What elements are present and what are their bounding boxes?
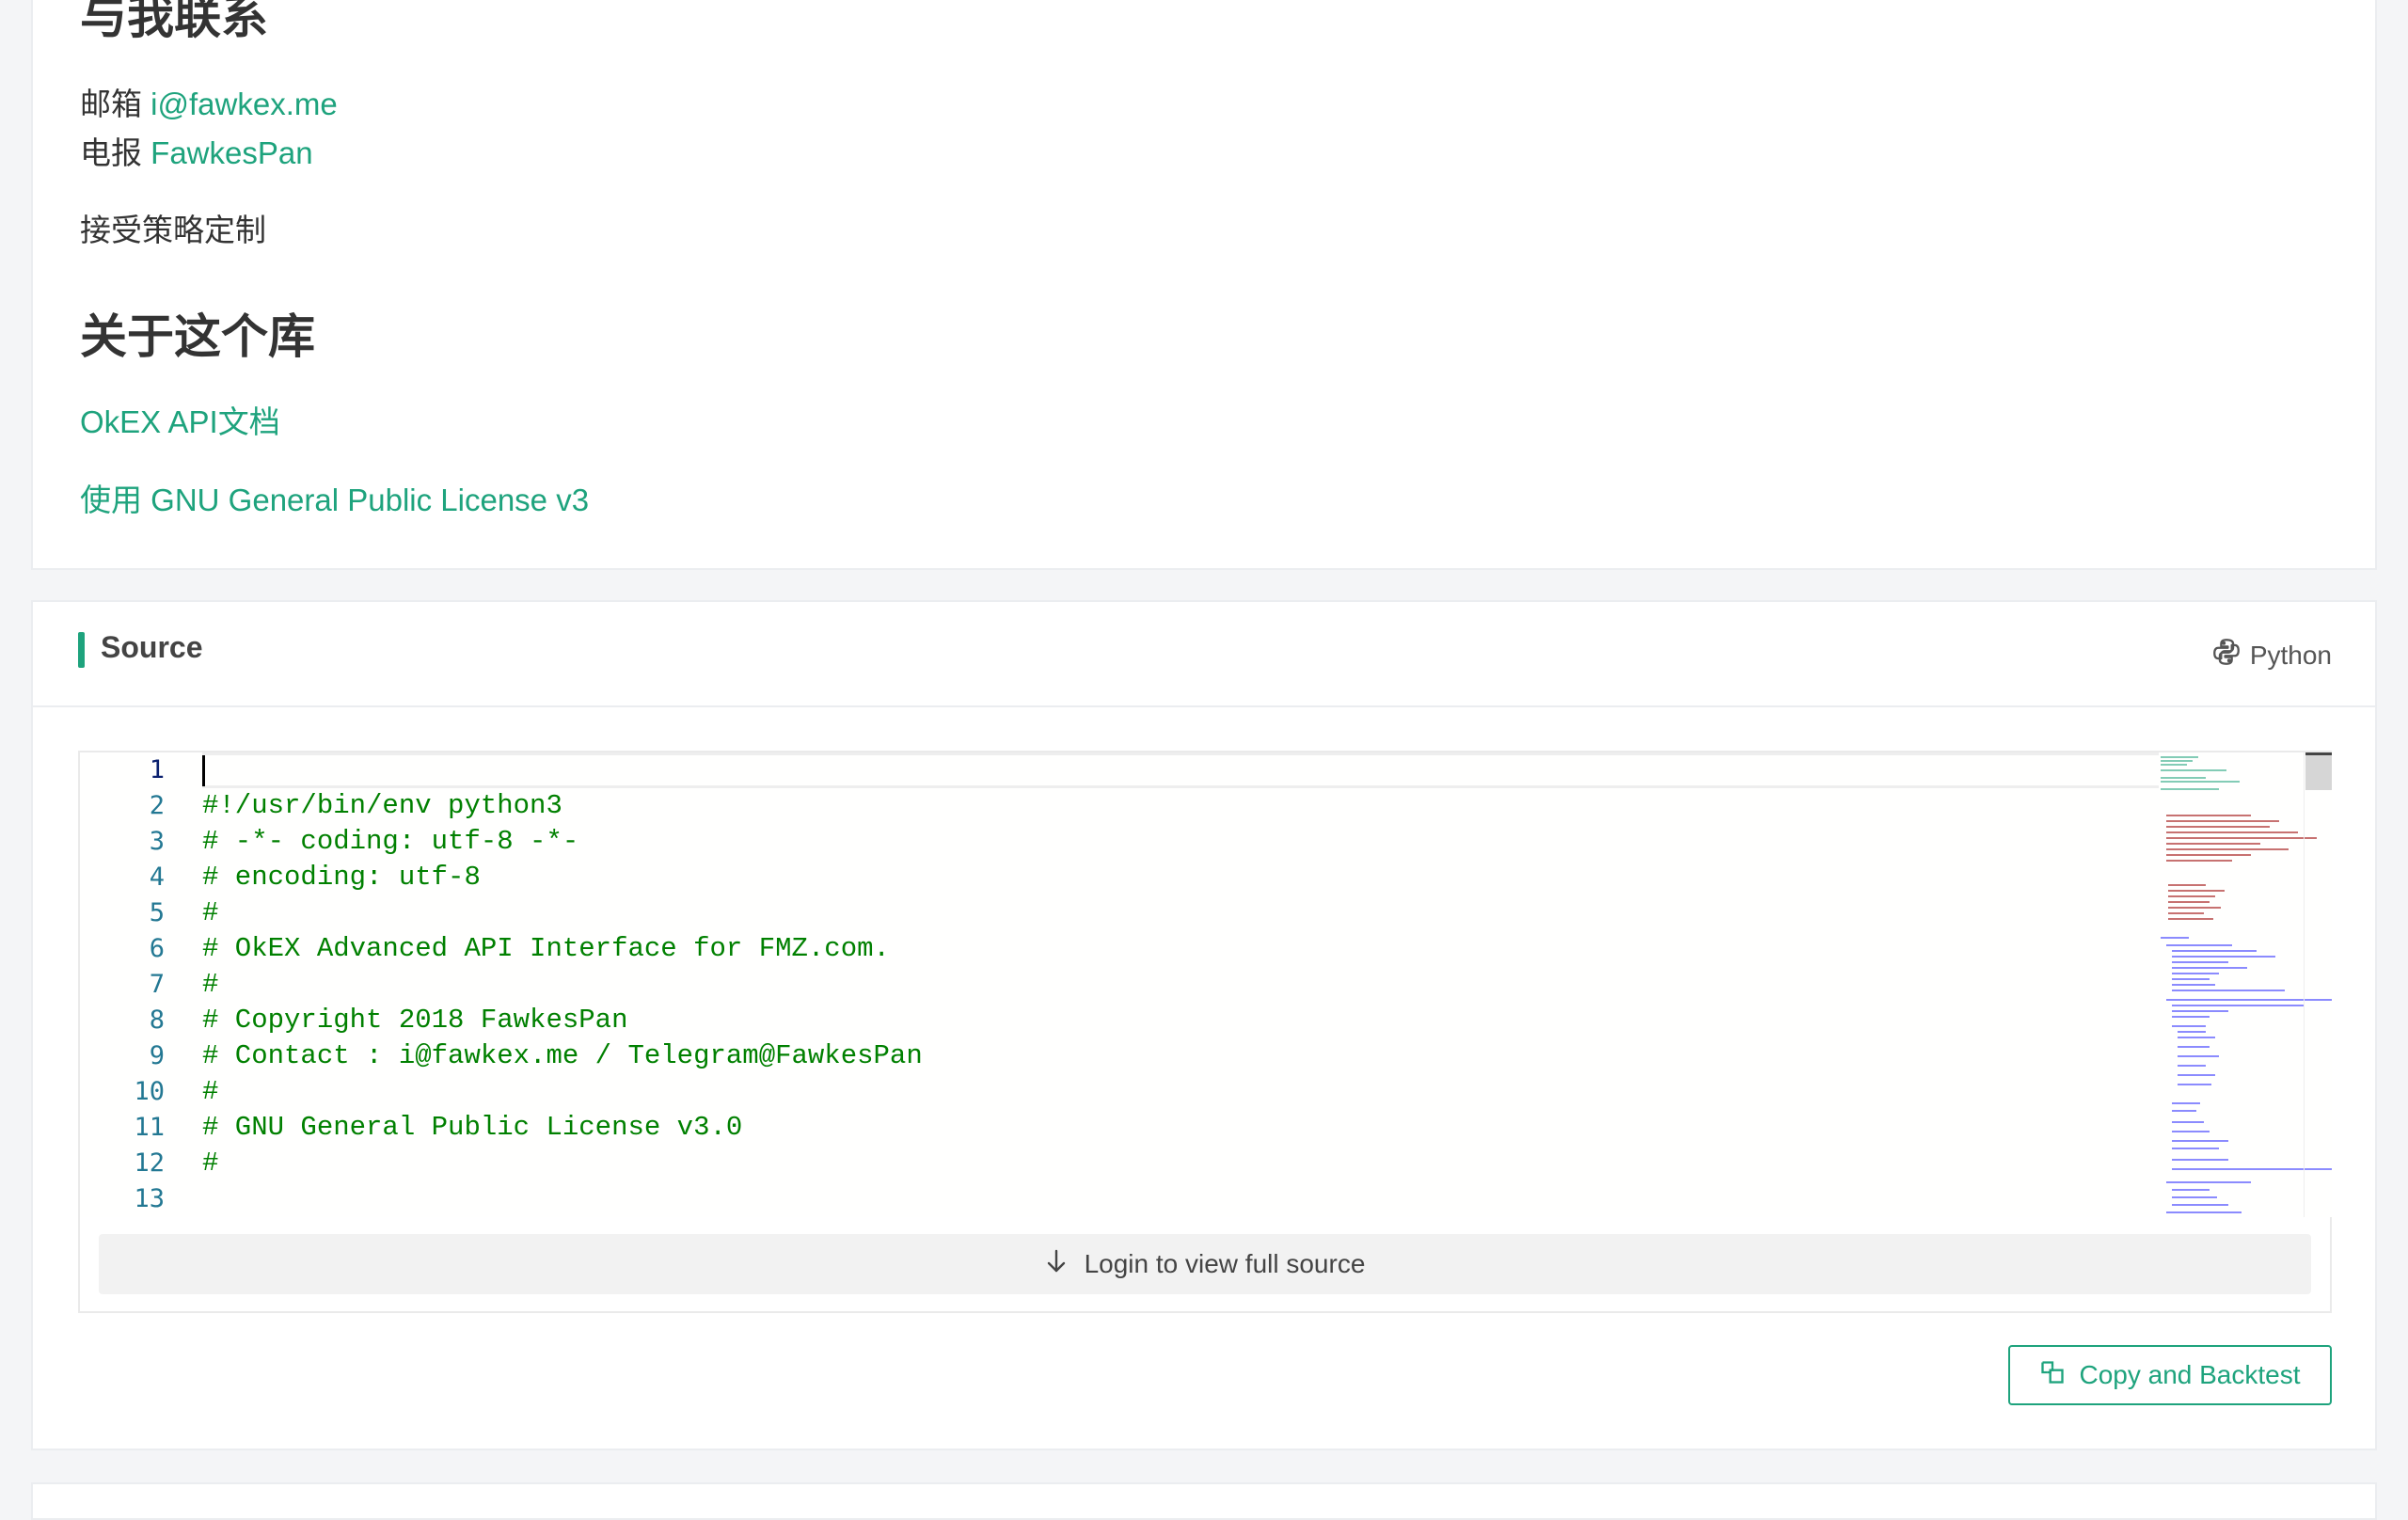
code-line[interactable]: #	[202, 967, 923, 1003]
login-label: Login to view full source	[1084, 1249, 1366, 1278]
telegram-label: 电报	[80, 135, 142, 170]
line-number: 12	[134, 1148, 165, 1178]
line-number: 11	[134, 1113, 165, 1142]
code-lines[interactable]: #!/usr/bin/env python3 # -*- coding: utf-…	[202, 752, 923, 1217]
line-number: 3	[149, 827, 165, 856]
code-line[interactable]	[202, 752, 923, 788]
code-line[interactable]: #!/usr/bin/env python3	[202, 788, 923, 824]
contact-heading: 与我联系	[80, 0, 268, 43]
code-line[interactable]: # encoding: utf-8	[202, 860, 923, 895]
copy-icon	[2039, 1359, 2066, 1392]
line-number: 2	[149, 791, 165, 820]
code-line[interactable]: # OkEX Advanced API Interface for FMZ.co…	[202, 931, 923, 967]
telegram-link[interactable]: FawkesPan	[150, 135, 312, 170]
line-number: 5	[149, 898, 165, 927]
python-icon	[2210, 636, 2242, 674]
line-number: 4	[149, 863, 165, 892]
code-editor[interactable]: 1 2 3 4 5 6 7 8 9 10 11 12 13 #!/usr/bin/env python3…	[78, 751, 2332, 1313]
editor-scrollbar[interactable]	[2304, 752, 2332, 1217]
license-link[interactable]: 使用 GNU General Public License v3	[80, 475, 589, 520]
source-card: Source Python 1 2 3 4 5 6 7 8 9 10 11 12 13 #!/usr/b…	[31, 600, 2377, 1450]
line-number: 8	[149, 1005, 165, 1035]
code-viewport[interactable]: 1 2 3 4 5 6 7 8 9 10 11 12 13 #!/usr/bin/env python3…	[80, 752, 2332, 1217]
code-line[interactable]: # Contact : i@fawkex.me / Telegram@Fawke…	[202, 1038, 923, 1074]
email-label: 邮箱	[80, 87, 142, 121]
code-line[interactable]: # -*- coding: utf-8 -*-	[202, 824, 923, 860]
code-line[interactable]	[202, 1181, 923, 1217]
line-number: 13	[134, 1184, 165, 1213]
copy-label: Copy and Backtest	[2079, 1360, 2301, 1389]
source-accent-bar	[78, 632, 85, 668]
next-card	[31, 1482, 2377, 1520]
source-title: Source	[101, 630, 203, 664]
code-line[interactable]: # Copyright 2018 FawkesPan	[202, 1003, 923, 1038]
api-doc-link[interactable]: OkEX API文档	[80, 397, 280, 442]
source-header: Source Python	[33, 602, 2375, 707]
line-number-gutter: 1 2 3 4 5 6 7 8 9 10 11 12 13	[80, 752, 165, 1217]
arrow-down-icon	[1045, 1248, 1068, 1281]
code-line[interactable]: #	[202, 1146, 923, 1181]
editor-scrollbar-thumb[interactable]	[2305, 752, 2332, 790]
email-row: 邮箱 i@fawkex.me	[80, 79, 338, 124]
language-label: Python	[2249, 640, 2332, 670]
about-heading: 关于这个库	[80, 310, 315, 363]
code-line[interactable]: #	[202, 895, 923, 931]
line-number: 10	[134, 1077, 165, 1106]
line-number: 6	[149, 934, 165, 963]
login-to-view-button[interactable]: Login to view full source	[99, 1234, 2311, 1294]
custom-strategy-note: 接受策略定制	[80, 213, 266, 247]
email-link[interactable]: i@fawkex.me	[150, 87, 338, 121]
info-card: 与我联系 邮箱 i@fawkex.me 电报 FawkesPan 接受策略定制 …	[31, 0, 2377, 570]
line-number: 9	[149, 1041, 165, 1070]
line-number: 7	[149, 970, 165, 999]
copy-and-backtest-button[interactable]: Copy and Backtest	[2008, 1345, 2332, 1405]
language-indicator: Python	[2210, 636, 2332, 674]
telegram-row: 电报 FawkesPan	[80, 128, 313, 173]
line-number: 1	[149, 755, 165, 784]
code-line[interactable]: #	[202, 1074, 923, 1110]
code-line[interactable]: # GNU General Public License v3.0	[202, 1110, 923, 1146]
